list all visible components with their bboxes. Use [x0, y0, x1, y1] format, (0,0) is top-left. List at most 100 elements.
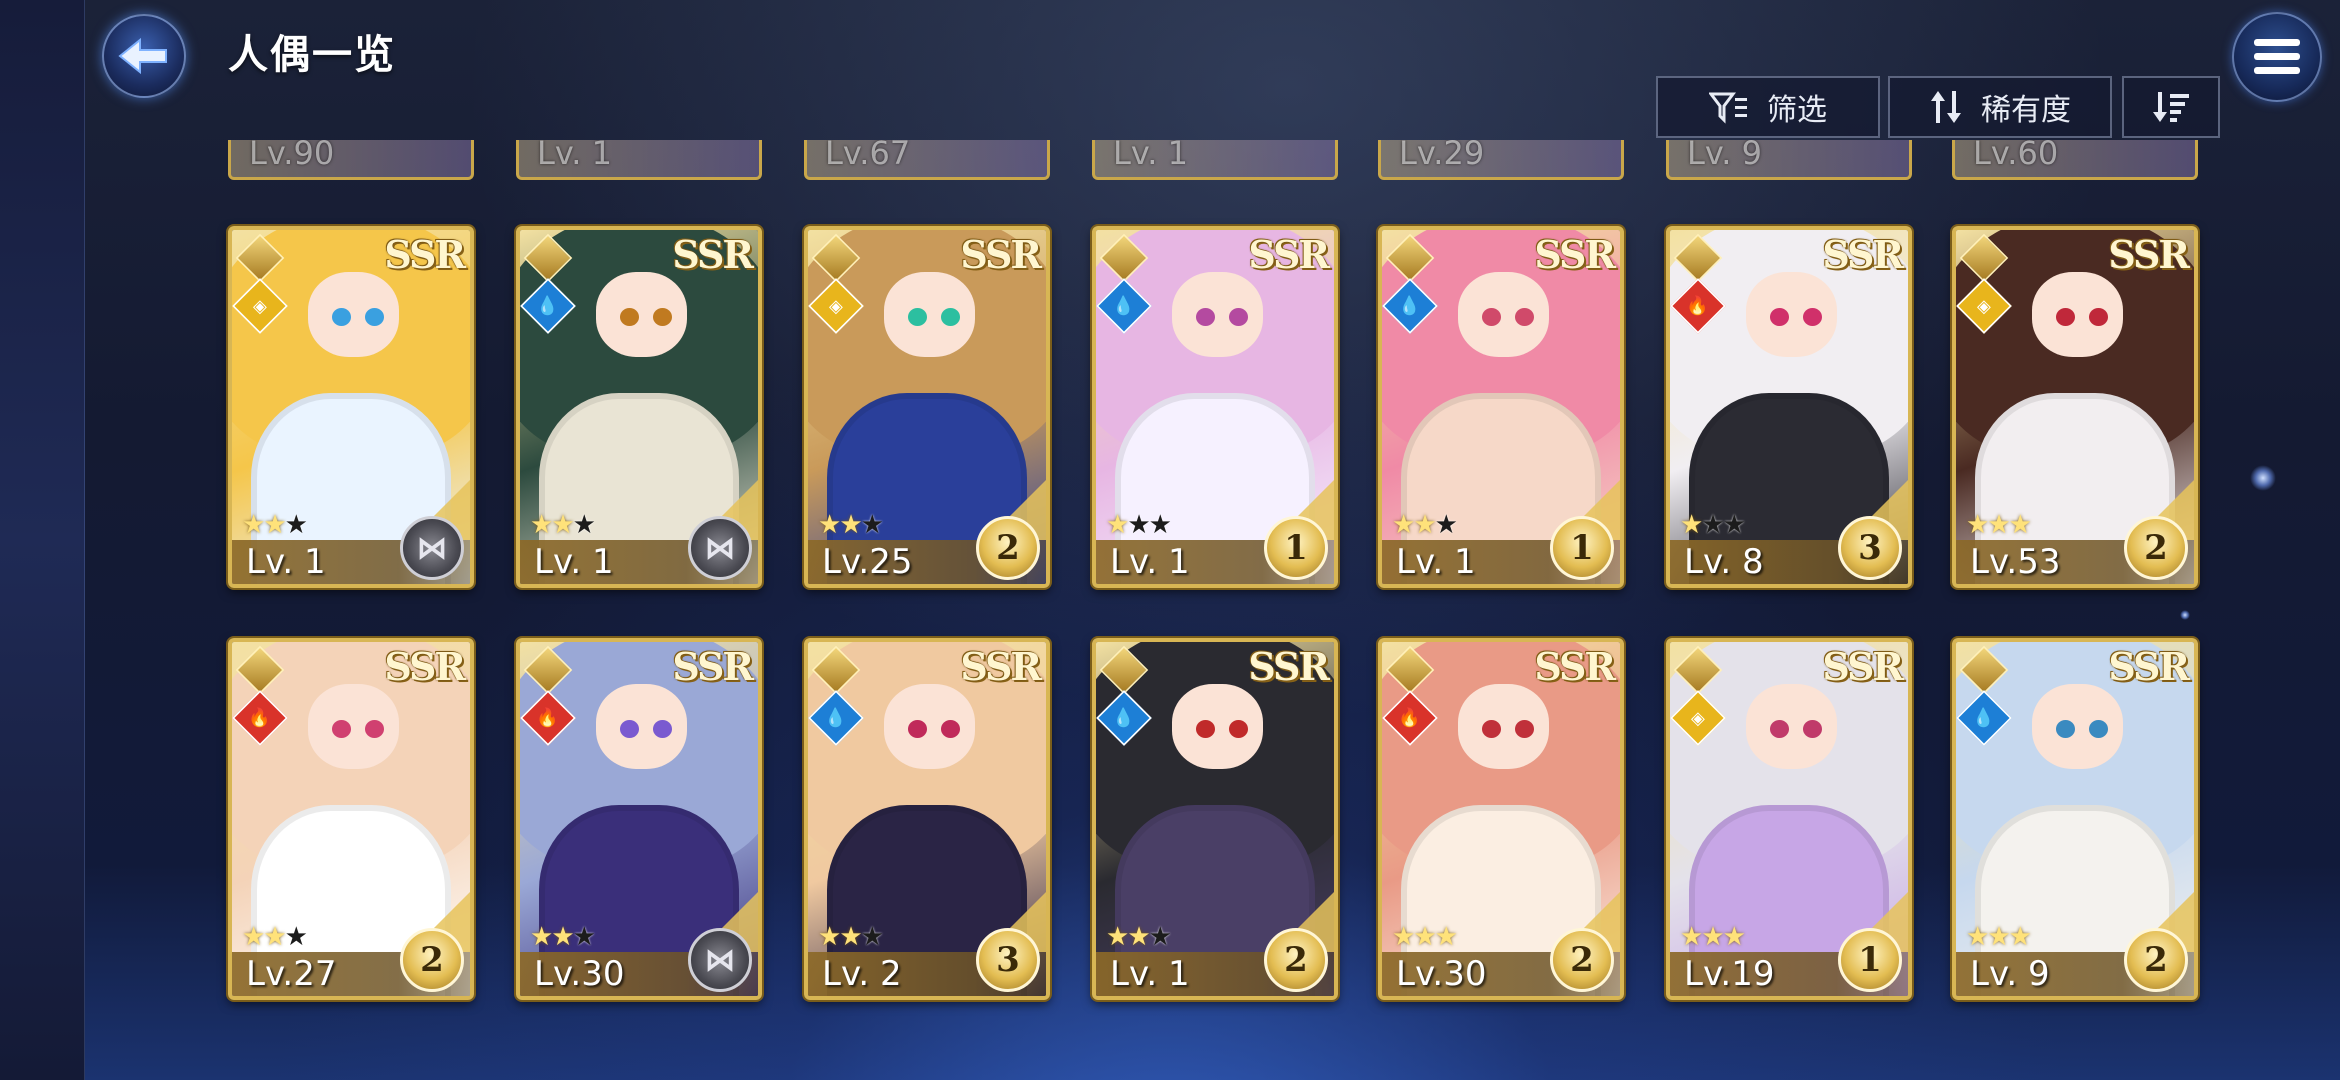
awakening-badge: 2: [2124, 516, 2188, 580]
rarity-label: SSR: [1822, 232, 1904, 277]
sort-by-rarity-button[interactable]: 稀有度: [1888, 76, 2112, 138]
partial-card[interactable]: Lv.67: [804, 140, 1050, 180]
star-icon: ★: [551, 922, 574, 952]
star-icon: ★: [1413, 922, 1436, 952]
doll-card[interactable]: ◈ SSR ★★★ Lv. 1 ⋈: [228, 226, 474, 588]
star-icon: ★: [1413, 510, 1436, 540]
star-icon: ★: [1987, 510, 2010, 540]
card-level: Lv. 8: [1684, 542, 1764, 582]
star-icon: ★: [263, 922, 286, 952]
star-icon: ★: [284, 922, 308, 952]
doll-card[interactable]: ◈ SSR ★★★ Lv.25 2: [804, 226, 1050, 588]
star-rating: ★★★: [530, 510, 596, 540]
star-icon: ★: [860, 922, 884, 952]
card-level: Lv. 1: [1110, 542, 1190, 582]
partial-card[interactable]: Lv. 1: [516, 140, 762, 180]
star-icon: ★: [1434, 922, 1458, 952]
doll-card[interactable]: 💧 SSR ★★★ Lv. 1 ⋈: [516, 226, 762, 588]
rarity-label: SSR: [384, 232, 466, 277]
star-icon: ★: [1966, 922, 1989, 952]
star-icon: ★: [572, 510, 596, 540]
star-icon: ★: [818, 510, 841, 540]
butterfly-icon: ⋈: [688, 928, 752, 992]
partial-card[interactable]: Lv. 9: [1666, 140, 1912, 180]
star-rating: ★★★: [1106, 510, 1172, 540]
doll-card[interactable]: 💧 SSR ★★★ Lv. 92: [1952, 638, 2198, 1000]
partial-card[interactable]: Lv.60: [1952, 140, 2198, 180]
awakening-badge: 2: [400, 928, 464, 992]
star-icon: ★: [1392, 922, 1415, 952]
rarity-label: SSR: [960, 232, 1042, 277]
awakening-badge: 2: [2124, 928, 2188, 992]
doll-card[interactable]: 🔥 SSR ★★★ Lv.27 2: [228, 638, 474, 1000]
doll-card[interactable]: 🔥 SSR ★★★ Lv.30 2: [1378, 638, 1624, 1000]
filter-button[interactable]: 筛选: [1656, 76, 1880, 138]
star-icon: ★: [1680, 510, 1703, 540]
card-level: Lv.60: [1973, 140, 2059, 172]
star-icon: ★: [1127, 510, 1150, 540]
awakening-badge: 1: [1838, 928, 1902, 992]
filter-label: 筛选: [1767, 93, 1827, 128]
card-level: Lv. 1: [1110, 954, 1190, 994]
star-icon: ★: [1722, 510, 1746, 540]
doll-card[interactable]: 🔥 SSR ★★★ Lv. 83: [1666, 226, 1912, 588]
star-rating: ★★★: [1966, 510, 2032, 540]
doll-card[interactable]: 💧 SSR ★★★ Lv. 12: [1092, 638, 1338, 1000]
star-rating: ★★★: [818, 922, 884, 952]
menu-button[interactable]: [2232, 12, 2322, 102]
card-level: Lv. 2: [822, 954, 902, 994]
card-level: Lv.53: [1970, 542, 2061, 582]
star-icon: ★: [1127, 922, 1150, 952]
partial-card[interactable]: Lv.29: [1378, 140, 1624, 180]
star-icon: ★: [839, 510, 862, 540]
star-icon: ★: [284, 510, 308, 540]
back-button[interactable]: [96, 12, 192, 100]
partial-card[interactable]: Lv.90: [228, 140, 474, 180]
card-level: Lv. 1: [1113, 140, 1188, 172]
butterfly-icon: ⋈: [688, 516, 752, 580]
star-icon: ★: [1392, 510, 1415, 540]
awakening-badge: 1: [1264, 516, 1328, 580]
rarity-label: 稀有度: [1981, 93, 2071, 128]
star-icon: ★: [1106, 922, 1129, 952]
card-level: Lv. 9: [1970, 954, 2050, 994]
star-icon: ★: [1987, 922, 2010, 952]
star-rating: ★★★: [242, 510, 308, 540]
star-icon: ★: [1966, 510, 1989, 540]
star-rating: ★★★: [1680, 510, 1746, 540]
rarity-label: SSR: [2108, 644, 2190, 689]
descending-order-icon: [2153, 92, 2189, 122]
doll-card[interactable]: 💧 SSR ★★★ Lv. 11: [1092, 226, 1338, 588]
rarity-label: SSR: [1248, 644, 1330, 689]
awakening-badge: 2: [1264, 928, 1328, 992]
sparkle-decoration: [2180, 610, 2190, 620]
rarity-label: SSR: [672, 232, 754, 277]
star-rating: ★★★: [1680, 922, 1746, 952]
rarity-label: SSR: [1534, 644, 1616, 689]
left-edge-panel: [0, 0, 85, 1080]
doll-card[interactable]: ◈ SSR ★★★ Lv.53 2: [1952, 226, 2198, 588]
sort-order-button[interactable]: [2122, 76, 2220, 138]
doll-card[interactable]: 🔥 SSR ★★★ Lv.30 ⋈: [516, 638, 762, 1000]
filter-icon: [1709, 92, 1747, 124]
hamburger-menu-icon: [2254, 39, 2300, 74]
partial-card[interactable]: Lv. 1: [1092, 140, 1338, 180]
awakening-badge: 2: [1550, 928, 1614, 992]
awakening-badge: 1: [1550, 516, 1614, 580]
awakening-badge: 3: [976, 928, 1040, 992]
doll-card[interactable]: ◈ SSR ★★★ Lv.19 1: [1666, 638, 1912, 1000]
star-rating: ★★★: [818, 510, 884, 540]
card-level: Lv.90: [249, 140, 335, 172]
star-rating: ★★★: [242, 922, 308, 952]
sort-arrows-icon: [1931, 91, 1961, 123]
rarity-label: SSR: [672, 644, 754, 689]
star-icon: ★: [818, 922, 841, 952]
star-icon: ★: [242, 510, 265, 540]
rarity-label: SSR: [1822, 644, 1904, 689]
card-level: Lv.30: [534, 954, 625, 994]
doll-card[interactable]: 💧 SSR ★★★ Lv. 11: [1378, 226, 1624, 588]
star-rating: ★★★: [530, 922, 596, 952]
rarity-label: SSR: [1248, 232, 1330, 277]
star-icon: ★: [2008, 922, 2032, 952]
doll-card[interactable]: 💧 SSR ★★★ Lv. 23: [804, 638, 1050, 1000]
